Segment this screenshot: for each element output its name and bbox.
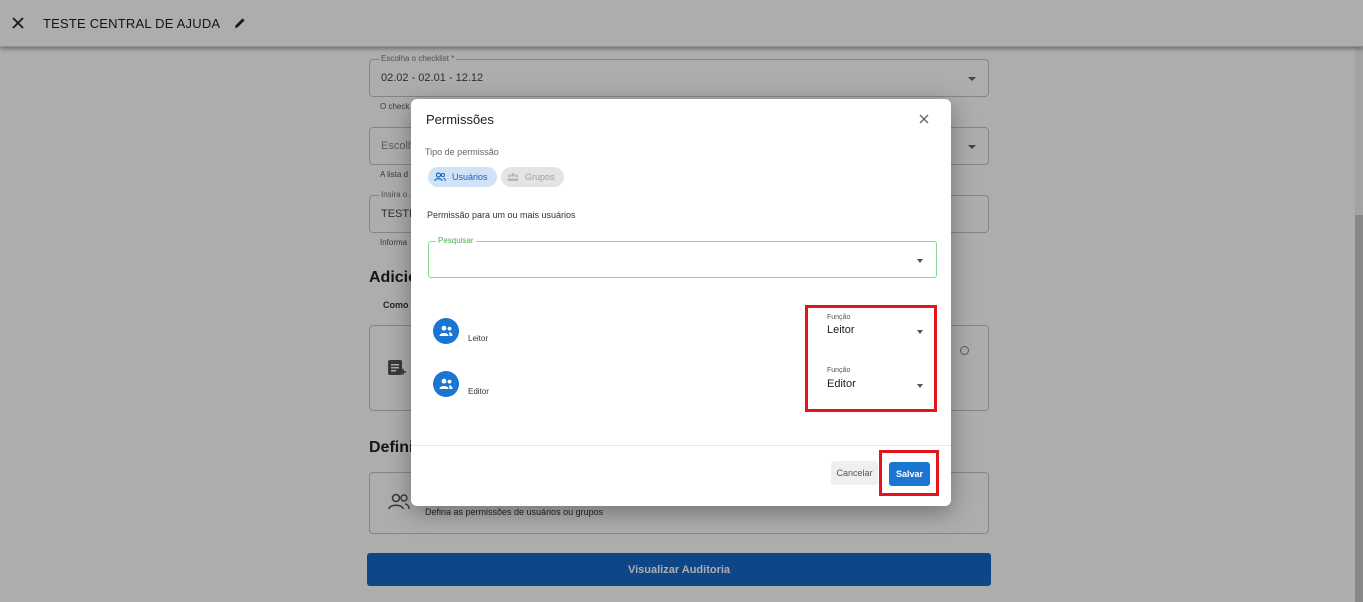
function-label: Função [827, 314, 851, 321]
chip-groups[interactable]: Grupos [501, 167, 564, 187]
avatar [433, 371, 459, 397]
row-name-leitor: Leitor [468, 334, 489, 343]
dialog-title: Permissões [426, 112, 494, 127]
avatar [433, 318, 459, 344]
save-button[interactable]: Salvar [889, 462, 930, 486]
chip-users-label: Usuários [452, 172, 488, 182]
function-select-leitor[interactable]: Leitor [827, 324, 855, 336]
function-highlight-box [805, 305, 937, 412]
chevron-down-icon[interactable] [917, 259, 923, 263]
search-label: Pesquisar [436, 236, 476, 245]
users-icon [439, 325, 453, 336]
function-select-editor[interactable]: Editor [827, 378, 856, 390]
search-input[interactable]: Pesquisar [428, 236, 937, 278]
permission-type-label: Tipo de permissão [425, 147, 499, 157]
chip-groups-label: Grupos [525, 172, 555, 182]
permissions-dialog: Permissões Tipo de permissão Usuários Gr… [411, 99, 951, 506]
dialog-divider [411, 445, 951, 446]
groups-icon [507, 173, 519, 181]
chevron-down-icon[interactable] [917, 384, 923, 388]
function-label: Função [827, 367, 851, 374]
chip-users[interactable]: Usuários [428, 167, 497, 187]
users-icon [439, 378, 453, 389]
chevron-down-icon[interactable] [917, 330, 923, 334]
cancel-button[interactable]: Cancelar [831, 461, 878, 485]
row-name-editor: Editor [468, 387, 489, 396]
users-icon [434, 172, 446, 182]
permission-description: Permissão para um ou mais usuários [427, 210, 576, 220]
close-icon[interactable] [917, 112, 931, 126]
